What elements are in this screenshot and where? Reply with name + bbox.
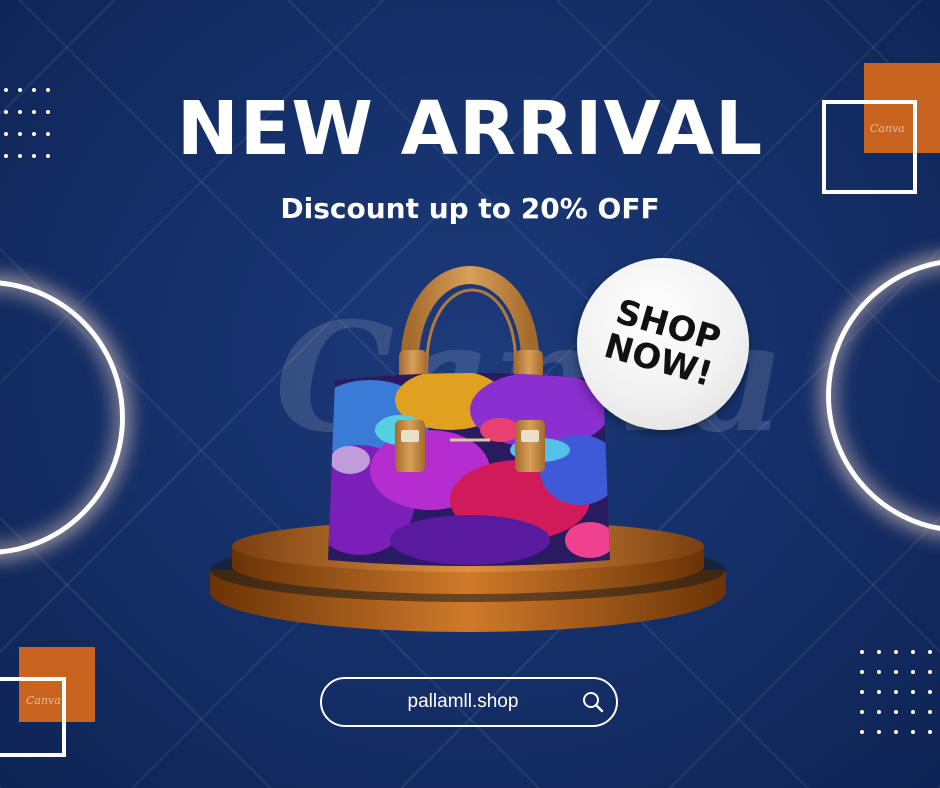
search-icon[interactable] bbox=[570, 690, 616, 714]
website-url: pallamll.shop bbox=[407, 691, 519, 712]
website-search-bar[interactable]: pallamll.shop bbox=[320, 677, 618, 727]
product-illustration bbox=[210, 266, 726, 632]
promo-banner: Canva Canva Canva NEW ARRIVAL Discount u… bbox=[0, 0, 940, 788]
handbag bbox=[328, 373, 610, 566]
